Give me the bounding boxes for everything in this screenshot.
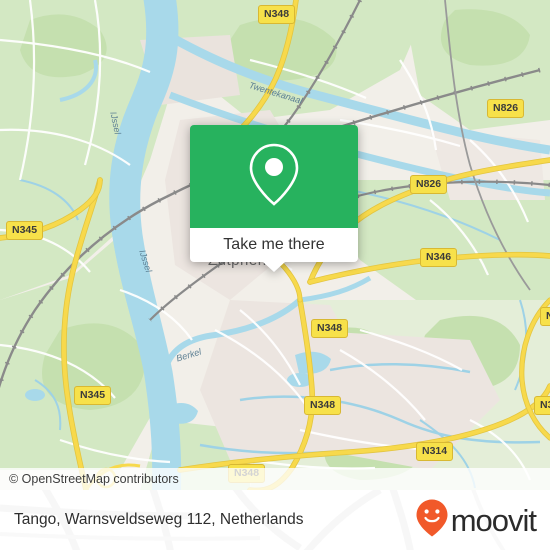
road-shield-n348-south: N348 [304,396,342,415]
road-shield-n345-south: N345 [74,386,112,405]
road-shield-n348-city: N348 [311,319,349,338]
callout-pointer-tail [263,262,285,272]
moovit-map-screenshot: IJssel IJssel Twentekanaal Berkel Zutphe… [0,0,550,550]
destination-callout-card[interactable]: Take me there [190,125,358,272]
attribution-text: © OpenStreetMap contributors [9,472,179,486]
road-shield-n-clipped: N [540,307,550,326]
moovit-wordmark: moovit [450,502,537,538]
callout-image-panel [190,125,358,228]
road-shield-n314: N314 [416,442,454,461]
place-address-label: Tango, Warnsveldseweg 112, Netherlands [14,511,304,528]
road-shield-n31-clipped: N31 [534,396,550,415]
bottom-info-bar: Tango, Warnsveldseweg 112, Netherlands m… [0,490,550,550]
road-shield-n826-mid: N826 [410,175,448,194]
take-me-there-button[interactable]: Take me there [190,228,358,262]
location-pin-icon [248,141,300,212]
map-canvas[interactable]: IJssel IJssel Twentekanaal Berkel Zutphe… [0,0,550,490]
moovit-smiley-pin-icon [415,498,449,543]
road-shield-n345-west: N345 [6,221,44,240]
road-shield-n826-east: N826 [487,99,525,118]
take-me-there-label: Take me there [223,236,325,253]
map-attribution: © OpenStreetMap contributors [0,468,550,490]
moovit-logo[interactable]: moovit [415,498,537,543]
road-shield-n348-north: N348 [258,5,296,24]
road-shield-n346: N346 [420,248,458,267]
